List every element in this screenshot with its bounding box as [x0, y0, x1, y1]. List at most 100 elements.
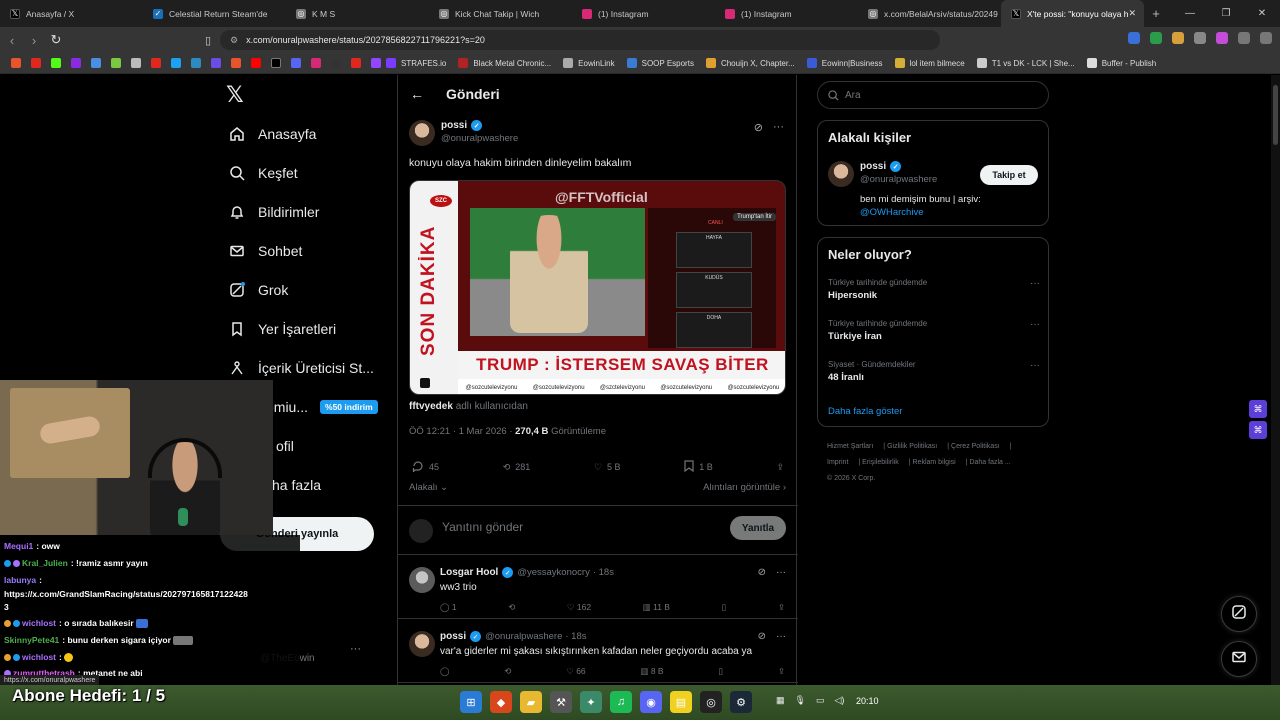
bookmark-favicon-icon[interactable]: [291, 58, 301, 68]
bookmark-favicon-icon[interactable]: [371, 58, 381, 68]
trend-item[interactable]: Türkiye tarihinde gündemde Türkiye İran …: [828, 319, 1040, 342]
reply-tweet[interactable]: possi ✓ @onuralpwashere · 18s ⊘ ··· var'…: [398, 621, 798, 683]
bookmark-favicon-icon[interactable]: [211, 58, 221, 68]
brave-icon[interactable]: ◆: [490, 691, 512, 713]
nav-item-home[interactable]: Anasayfa: [228, 125, 316, 143]
close-tab-icon[interactable]: ✕: [1128, 8, 1136, 19]
browser-tab[interactable]: ◎ x.com/BelalArsiv/status/20249: [858, 0, 1001, 27]
url-field[interactable]: ⚙ x.com/onuralpwashere/status/2027856822…: [220, 30, 940, 50]
grok-icon[interactable]: ⊘: [758, 567, 766, 578]
bookmark-item[interactable]: lol item bilmece: [894, 58, 965, 68]
extension-icon[interactable]: [1216, 32, 1228, 44]
nav-item-creator-studio[interactable]: İçerik Üreticisi St...: [228, 359, 374, 377]
bookmark-favicon-icon[interactable]: [31, 58, 41, 68]
bookmark-favicon-icon[interactable]: [151, 58, 161, 68]
footer-link[interactable]: Çerez Politikası: [951, 443, 1000, 450]
maximize-icon[interactable]: ❐: [1208, 8, 1244, 19]
bookmark-favicon-icon[interactable]: [71, 58, 81, 68]
bookmark-favicon-icon[interactable]: [251, 58, 261, 68]
windows-start-icon[interactable]: ⊞: [460, 691, 482, 713]
avatar[interactable]: [409, 120, 435, 146]
messages-float-button[interactable]: [1221, 641, 1257, 677]
app-icon[interactable]: ✦: [580, 691, 602, 713]
grok-icon[interactable]: ⊘: [754, 121, 763, 134]
bio-link[interactable]: @OWHarchive: [860, 206, 981, 219]
reply-tweet[interactable]: Losgar Hool ✓ @yessaykonocry · 18s ⊘ ···…: [398, 557, 798, 619]
avatar[interactable]: [409, 567, 435, 593]
back-icon[interactable]: ‹: [2, 33, 22, 48]
steam-icon[interactable]: ⚙: [730, 691, 752, 713]
network-icon[interactable]: ▭: [816, 695, 825, 706]
extension-icon[interactable]: ⌘: [1249, 400, 1267, 418]
tweet-video[interactable]: SZC SON DAKİKA @FFTVofficial Trump'tan İ…: [409, 180, 786, 395]
like-button[interactable]: ♡ 66: [566, 666, 585, 677]
extension-icon[interactable]: [1128, 32, 1140, 44]
nav-item-notifications[interactable]: Bildirimler: [228, 203, 319, 221]
bookmark-item[interactable]: Buffer - Publish: [1086, 58, 1156, 68]
more-options-icon[interactable]: ···: [776, 631, 786, 642]
bookmark-button[interactable]: ▯: [722, 602, 727, 613]
browser-tab[interactable]: ✓ Celestial Return Steam'de: [143, 0, 286, 27]
like-button[interactable]: ♡ 162: [567, 602, 591, 613]
share-button[interactable]: ⇪: [778, 666, 785, 677]
bookmark-favicon-icon[interactable]: [51, 58, 61, 68]
bookmark-item[interactable]: Chouijn X, Chapter...: [705, 58, 795, 68]
view-quotes-link[interactable]: Alıntıları görüntüle ›: [703, 482, 786, 493]
relevant-person[interactable]: possi ✓ @onuralpwashere: [828, 161, 937, 187]
extension-icon[interactable]: [1194, 32, 1206, 44]
more-options-icon[interactable]: ···: [1030, 278, 1040, 289]
footer-link[interactable]: Daha fazla ...: [969, 459, 1010, 466]
bookmark-button[interactable]: ▯: [718, 666, 723, 677]
extension-icon[interactable]: [1150, 32, 1162, 44]
video-control-icon[interactable]: [420, 378, 430, 388]
mic-icon[interactable]: 🎙: [795, 695, 806, 706]
sort-dropdown[interactable]: Alakalı ⌄: [409, 482, 448, 493]
tweet-timestamp[interactable]: ÖÖ 12:21 · 1 Mar 2026 ·: [409, 426, 515, 437]
bookmark-button[interactable]: 1 B: [684, 460, 713, 474]
trend-item[interactable]: Siyaset · Gündemdekiler 48 İranlı ···: [828, 360, 1040, 383]
notes-icon[interactable]: ▤: [670, 691, 692, 713]
volume-icon[interactable]: ◁): [834, 695, 844, 706]
browser-tab[interactable]: ◎ Kick Chat Takip | Wich: [429, 0, 572, 27]
trend-item[interactable]: Türkiye tarihinde gündemde Hipersonik ··…: [828, 278, 1040, 301]
reply-submit-button[interactable]: Yanıtla: [730, 516, 786, 540]
close-window-icon[interactable]: ✕: [1244, 8, 1280, 19]
back-arrow-icon[interactable]: ←: [410, 86, 424, 102]
bookmark-favicon-icon[interactable]: [311, 58, 321, 68]
bookmark-item[interactable]: EowinLink: [563, 58, 615, 68]
bookmark-favicon-icon[interactable]: [191, 58, 201, 68]
footer-link[interactable]: Gizlilik Politikası: [887, 443, 937, 450]
reply-input[interactable]: Yanıtını gönder: [442, 520, 523, 534]
repost-button[interactable]: ⟲: [508, 602, 515, 613]
footer-link[interactable]: Imprint: [827, 459, 848, 466]
bookmark-favicon-icon[interactable]: [111, 58, 121, 68]
more-options-icon[interactable]: ···: [776, 567, 786, 578]
footer-link[interactable]: Hizmet Şartları: [827, 443, 873, 450]
source-user-link[interactable]: fftvyedek: [409, 401, 453, 412]
share-button[interactable]: ⇪: [776, 460, 784, 474]
repost-button[interactable]: ⟲: [504, 666, 511, 677]
author-handle[interactable]: @onuralpwashere: [441, 133, 518, 144]
bookmark-item[interactable]: SOOP Esports: [626, 58, 694, 68]
new-tab-button[interactable]: +: [1144, 6, 1168, 21]
footer-link[interactable]: Erişilebilirlik: [862, 459, 899, 466]
search-input[interactable]: Ara: [817, 81, 1049, 109]
reload-icon[interactable]: ↻: [46, 32, 66, 48]
discord-icon[interactable]: ◉: [640, 691, 662, 713]
tool-icon[interactable]: ⚒: [550, 691, 572, 713]
browser-tab[interactable]: (1) Instagram: [572, 0, 715, 27]
nav-item-chat[interactable]: Sohbet: [228, 242, 302, 260]
like-button[interactable]: ♡ 5 B: [594, 460, 621, 474]
avatar[interactable]: [409, 631, 435, 657]
views-button[interactable]: ▥ 11 B: [643, 602, 670, 613]
scroll-thumb[interactable]: [1273, 85, 1278, 145]
bookmark-favicon-icon[interactable]: [351, 58, 361, 68]
grok-icon[interactable]: ⊘: [758, 631, 766, 642]
folder-icon[interactable]: ▰: [520, 691, 542, 713]
extension-icon[interactable]: ⌘: [1249, 421, 1267, 439]
bookmark-item[interactable]: STRAFES.io: [386, 58, 446, 68]
browser-tab[interactable]: ◎ K M S: [286, 0, 429, 27]
reply-author-name[interactable]: possi: [440, 631, 466, 642]
page-scrollbar[interactable]: [1271, 75, 1280, 685]
obs-icon[interactable]: ◎: [700, 691, 722, 713]
